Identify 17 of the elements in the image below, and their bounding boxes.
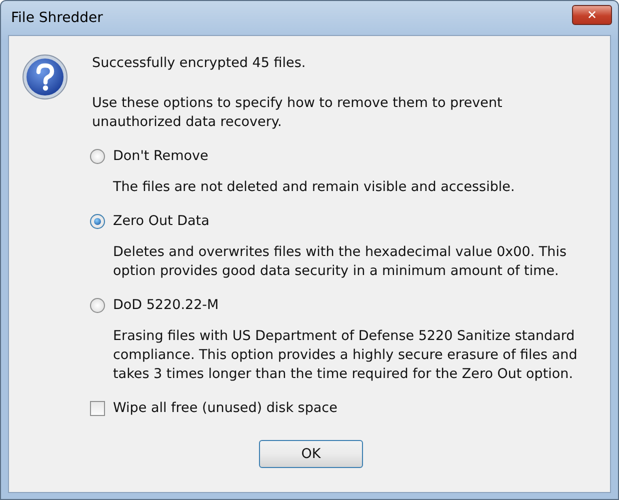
option-description: Deletes and overwrites files with the hexadecimal value 0x00. This option provides good data security in a minimum amount of time. [112,243,568,281]
option-label[interactable]: DoD 5220.22-M [113,295,219,315]
option-description: The files are not deleted and remain visible and accessible. [112,178,516,197]
close-button[interactable]: ✕ [572,5,612,25]
radio-button[interactable] [90,148,105,164]
radio-button[interactable] [90,214,105,228]
ok-button[interactable]: OK [259,440,363,468]
question-icon [22,54,68,100]
option-label[interactable]: Don't Remove [113,146,208,166]
option-label[interactable]: Zero Out Data [113,211,210,231]
message-text: Successfully encrypted 45 files. [92,54,307,73]
instruction-text: Use these options to specify how to remove them to prevent unauthorized data recovery. [92,94,504,132]
window-title: File Shredder [11,10,103,26]
checkbox-label[interactable]: Wipe all free (unused) disk space [113,398,338,418]
option-description: Erasing files with US Department of Defense 5220 Sanitize standard compliance. This option provides a highly secure erasure of files and takes 3 times longer than the time required for the Zero Out option. [112,327,578,384]
radio-button[interactable] [90,298,105,312]
checkbox[interactable] [90,400,105,416]
